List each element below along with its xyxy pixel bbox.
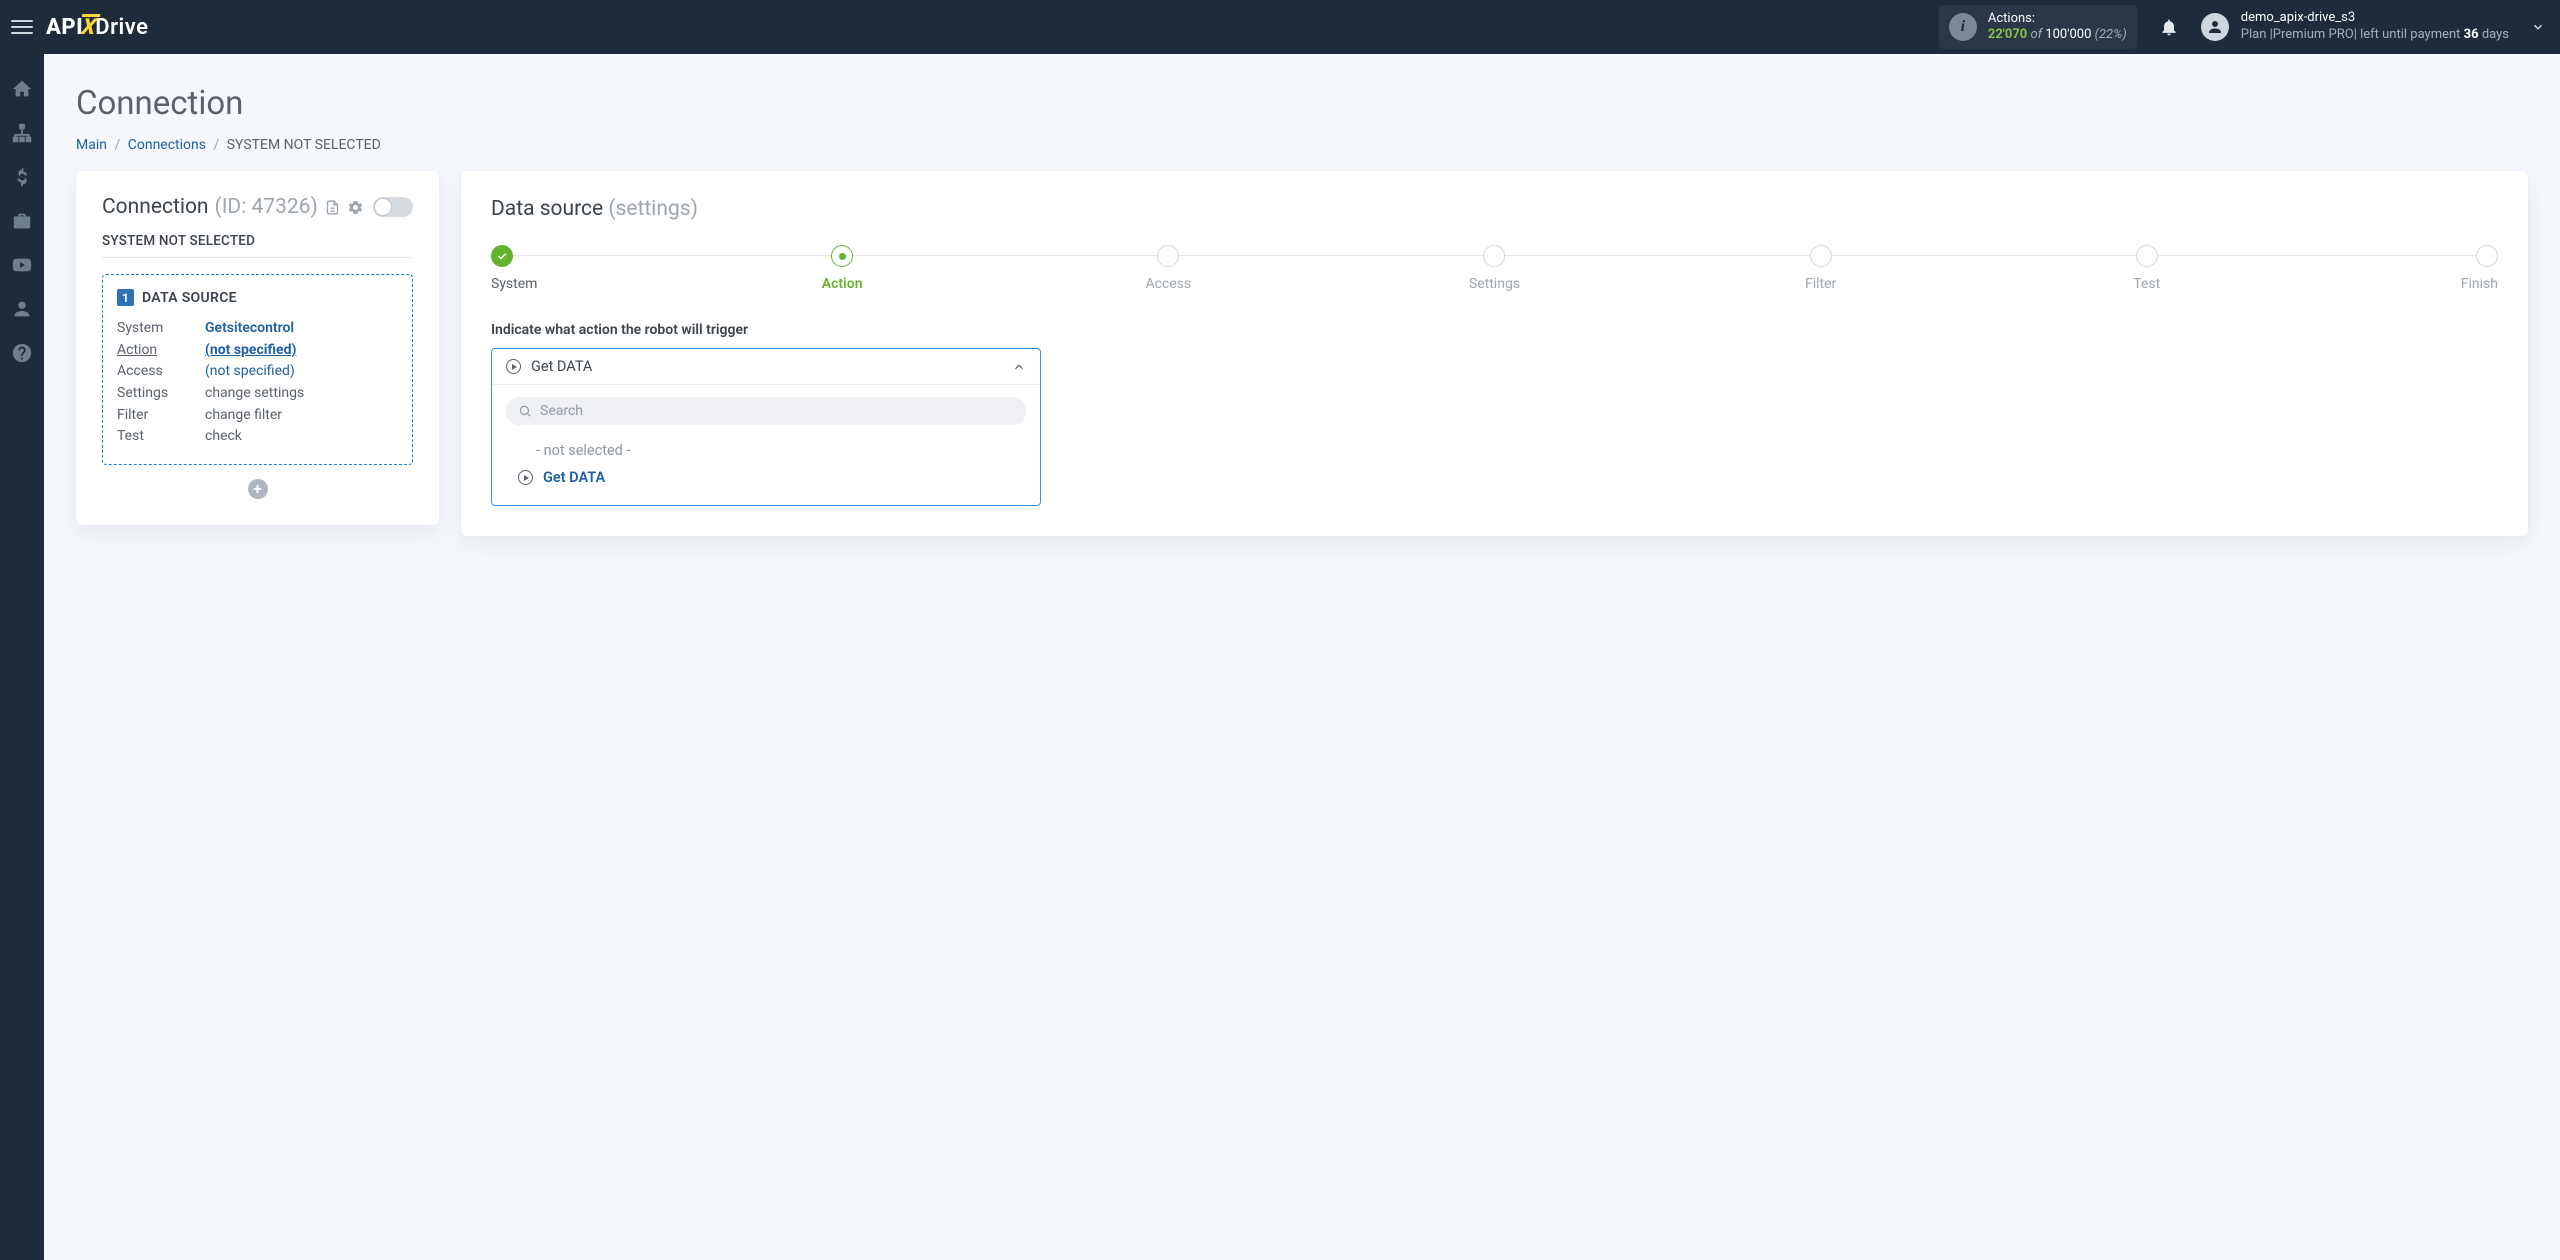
actions-usage-pill[interactable]: i Actions: 22'070 of 100'000 (22%) bbox=[1939, 5, 2137, 50]
home-icon[interactable] bbox=[11, 78, 33, 100]
connection-id: (ID: 47326) bbox=[215, 195, 318, 219]
youtube-icon[interactable] bbox=[11, 254, 33, 276]
option-get-data[interactable]: Get DATA bbox=[506, 464, 1026, 491]
step-system[interactable]: System bbox=[491, 245, 541, 292]
ds-row-action[interactable]: Action (not specified) bbox=[117, 340, 398, 362]
search-icon bbox=[518, 404, 532, 418]
step-test[interactable]: Test bbox=[2122, 245, 2172, 292]
step-access[interactable]: Access bbox=[1143, 245, 1193, 292]
profile-text: demo_apix-drive_s3 Plan |Premium PRO| le… bbox=[2241, 10, 2509, 44]
step-finish[interactable]: Finish bbox=[2448, 245, 2498, 292]
gear-icon[interactable] bbox=[347, 199, 364, 216]
dollar-icon[interactable] bbox=[11, 166, 33, 188]
action-select-value: Get DATA bbox=[531, 358, 1002, 375]
page-title: Connection bbox=[76, 84, 2528, 123]
logo-drive: Drive bbox=[95, 15, 148, 40]
ds-row-system[interactable]: System Getsitecontrol bbox=[117, 318, 398, 340]
profile-username: demo_apix-drive_s3 bbox=[2241, 10, 2509, 27]
help-icon[interactable] bbox=[11, 342, 33, 364]
connection-enable-toggle[interactable] bbox=[373, 197, 413, 217]
ds-row-filter[interactable]: Filter change filter bbox=[117, 405, 398, 427]
breadcrumb: Main / Connections / SYSTEM NOT SELECTED bbox=[76, 137, 2528, 153]
ds-row-access[interactable]: Access (not specified) bbox=[117, 361, 398, 383]
logo-api: API bbox=[46, 15, 83, 40]
step-filter[interactable]: Filter bbox=[1796, 245, 1846, 292]
data-source-settings-card: Data source (settings) System Action Acc… bbox=[461, 171, 2528, 536]
ds-row-test[interactable]: Test check bbox=[117, 426, 398, 448]
actions-label: Actions: bbox=[1988, 11, 2127, 27]
step-settings[interactable]: Settings bbox=[1469, 245, 1519, 292]
avatar-icon bbox=[2201, 13, 2229, 41]
stepper: System Action Access Settings bbox=[491, 245, 2498, 292]
hamburger-menu-button[interactable] bbox=[8, 13, 36, 41]
profile-chevron-down-icon[interactable] bbox=[2531, 20, 2545, 34]
system-not-selected-label: SYSTEM NOT SELECTED bbox=[102, 233, 413, 258]
action-select: Get DATA - not selected - bbox=[491, 348, 1041, 506]
ds-row-settings[interactable]: Settings change settings bbox=[117, 383, 398, 405]
add-step-button[interactable]: + bbox=[248, 479, 268, 499]
sitemap-icon[interactable] bbox=[11, 122, 33, 144]
sidebar bbox=[0, 54, 44, 1260]
play-icon bbox=[506, 359, 521, 374]
step-action[interactable]: Action bbox=[817, 245, 867, 292]
breadcrumb-connections[interactable]: Connections bbox=[128, 137, 206, 153]
content: Connection Main / Connections / SYSTEM N… bbox=[44, 54, 2560, 1260]
logo[interactable]: API X Drive bbox=[46, 15, 148, 40]
breadcrumb-main[interactable]: Main bbox=[76, 137, 107, 153]
right-title-sub: (settings) bbox=[608, 197, 698, 221]
profile-block[interactable]: demo_apix-drive_s3 Plan |Premium PRO| le… bbox=[2201, 10, 2509, 44]
info-icon: i bbox=[1949, 13, 1977, 41]
action-select-head[interactable]: Get DATA bbox=[492, 349, 1040, 384]
actions-text: Actions: 22'070 of 100'000 (22%) bbox=[1988, 11, 2127, 44]
breadcrumb-current: SYSTEM NOT SELECTED bbox=[227, 137, 381, 153]
connection-summary-card: Connection (ID: 47326) SYSTEM NOT SELECT… bbox=[76, 171, 439, 525]
topbar: API X Drive i Actions: 22'070 of 100'000… bbox=[0, 0, 2560, 54]
notifications-bell-icon[interactable] bbox=[2159, 17, 2179, 37]
right-title-main: Data source bbox=[491, 197, 603, 221]
briefcase-icon[interactable] bbox=[11, 210, 33, 232]
option-not-selected[interactable]: - not selected - bbox=[506, 437, 1026, 464]
connection-heading: Connection bbox=[102, 195, 209, 219]
user-icon[interactable] bbox=[11, 298, 33, 320]
play-icon bbox=[518, 470, 533, 485]
document-icon[interactable] bbox=[324, 199, 341, 216]
data-source-title: DATA SOURCE bbox=[142, 290, 237, 306]
action-search-box bbox=[506, 397, 1026, 425]
chevron-up-icon bbox=[1012, 360, 1026, 374]
data-source-number: 1 bbox=[117, 289, 134, 306]
data-source-box: 1 DATA SOURCE System Getsitecontrol Acti… bbox=[102, 274, 413, 465]
action-field-label: Indicate what action the robot will trig… bbox=[491, 322, 2498, 338]
action-select-dropdown: - not selected - Get DATA bbox=[492, 384, 1040, 505]
action-search-input[interactable] bbox=[540, 403, 1014, 419]
